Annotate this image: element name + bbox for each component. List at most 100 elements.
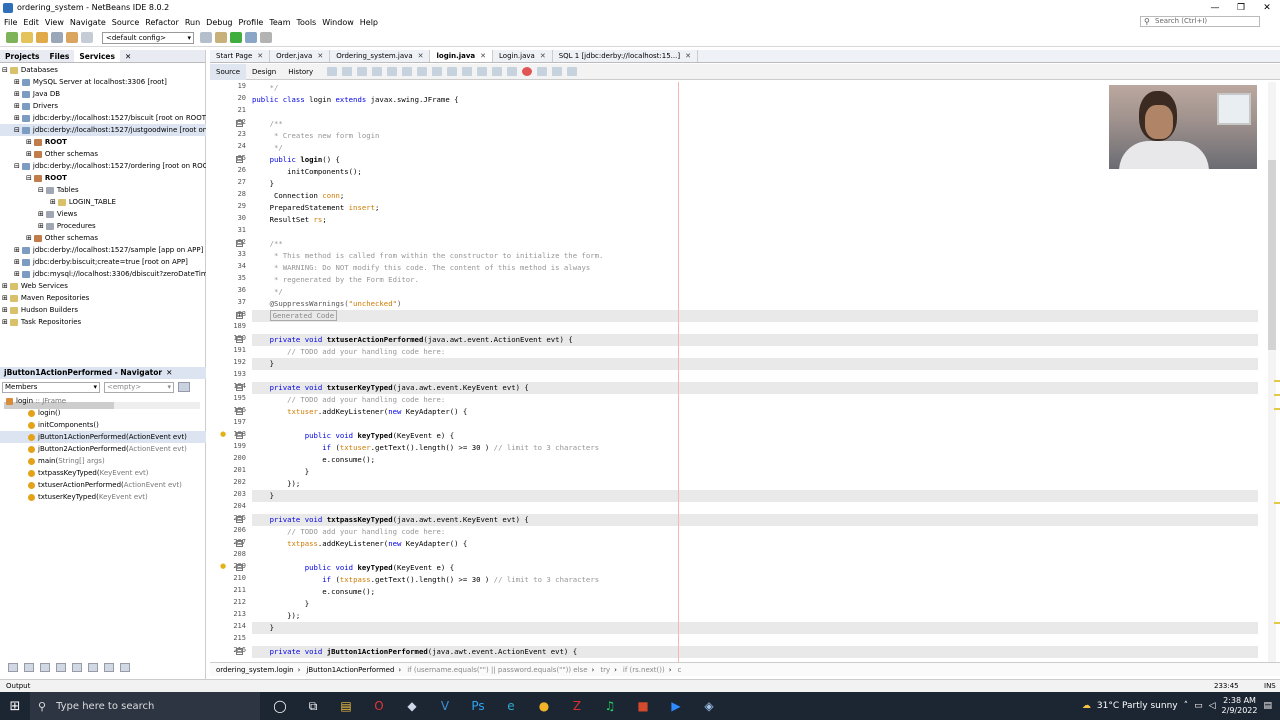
code-line[interactable]: public class login extends javax.swing.J… [252,94,1258,106]
fold-toggle-icon[interactable]: ⊟ [236,564,243,571]
stripe-mark[interactable] [1274,622,1280,624]
tree-node[interactable]: ⊞ jdbc:derby://localhost:1527/sample [app… [0,244,206,256]
navigator-item[interactable]: login() [0,407,206,419]
fold-toggle-icon[interactable]: ⊟ [236,120,243,127]
menu-debug[interactable]: Debug [206,18,232,27]
menu-window[interactable]: Window [322,18,354,27]
breadcrumb-item[interactable]: if (username.equals("") || password.equa… [407,666,587,674]
close-icon[interactable]: ✕ [685,52,691,60]
code-line[interactable]: public void keyTyped(KeyEvent e) { [252,562,1258,574]
expand-icon[interactable]: ⊞ [38,210,44,218]
editor-tab-start-page[interactable]: Start Page ✕ [210,50,271,62]
profile-icon[interactable] [260,32,272,43]
weather-icon[interactable]: ☁ [1082,701,1091,711]
navigator-item[interactable]: initComponents() [0,419,206,431]
menu-tools[interactable]: Tools [297,18,317,27]
start-macro-icon[interactable] [522,67,533,76]
code-line[interactable]: } [252,598,1258,610]
tree-node[interactable]: ⊞ LOGIN_TABLE [0,196,206,208]
code-line[interactable]: /** [252,238,1258,250]
breadcrumb-item[interactable]: ordering_system.login [216,666,294,674]
members-select[interactable]: Members [2,381,100,393]
menu-file[interactable]: File [4,18,17,27]
expand-icon[interactable]: ⊞ [26,138,32,146]
expand-icon[interactable]: ⊟ [14,162,20,170]
tree-node[interactable]: ⊞ Task Repositories [0,316,206,328]
code-line[interactable]: initComponents(); [252,166,1258,178]
shift-left-icon[interactable] [492,67,503,76]
code-line[interactable]: */ [252,286,1258,298]
fold-toggle-icon[interactable]: ⊟ [236,408,243,415]
expand-icon[interactable]: ⊞ [26,150,32,158]
code-line[interactable]: e.consume(); [252,454,1258,466]
menu-refactor[interactable]: Refactor [145,18,179,27]
close-icon[interactable]: ✕ [257,52,263,60]
spotify-icon[interactable]: ♫ [600,696,620,716]
toggle-highlight-icon[interactable] [417,67,428,76]
filter-key-icon[interactable] [72,662,82,672]
vscode-icon[interactable]: V [435,696,455,716]
network-icon[interactable]: ▭ [1194,701,1203,711]
code-line[interactable]: if (txtuser.getText().length() >= 30 ) /… [252,442,1258,454]
filter-static-icon[interactable] [24,662,34,672]
expand-icon[interactable]: ⊟ [14,126,20,134]
tree-node[interactable]: ⊞ Drivers [0,100,206,112]
code-line[interactable]: if (txtpass.getText().length() >= 30 ) /… [252,574,1258,586]
find-next-icon[interactable] [402,67,413,76]
expand-icon[interactable]: ⊞ [26,234,32,242]
fold-toggle-icon[interactable]: ⊟ [236,156,243,163]
opera-icon[interactable]: O [369,696,389,716]
filter-nonpublic-icon[interactable] [40,662,50,672]
code-line[interactable]: txtuser.addKeyListener(new KeyAdapter() … [252,406,1258,418]
tree-node[interactable]: ⊞ jdbc:derby:biscuit;create=true [root on… [0,256,206,268]
navigator-item[interactable]: txtuserKeyTyped(KeyEvent evt) [0,491,206,503]
code-line[interactable]: } [252,622,1258,634]
bulb-icon[interactable]: ● [220,430,226,438]
editor-tab-ordering-system-java[interactable]: Ordering_system.java ✕ [330,50,431,62]
menu-view[interactable]: View [45,18,64,27]
code-line[interactable]: ResultSet rs; [252,214,1258,226]
menu-run[interactable]: Run [185,18,200,27]
code-line[interactable]: } [252,178,1258,190]
tree-node[interactable]: ⊞ jdbc:mysql://localhost:3306/dbiscuit?ze… [0,268,206,280]
view-tab-design[interactable]: Design [246,64,282,80]
fold-toggle-icon[interactable]: ⊟ [236,540,243,547]
breadcrumb-item[interactable]: try [600,666,610,674]
expand-icon[interactable]: ⊟ [38,186,44,194]
close-icon[interactable]: ✕ [166,368,172,377]
filter-inherited-icon[interactable] [56,662,66,672]
code-line[interactable]: } [252,466,1258,478]
uncomment-icon[interactable] [567,67,578,76]
expand-icon[interactable]: ⊞ [14,258,20,266]
toggle-bookmark-icon[interactable] [477,67,488,76]
file-explorer-icon[interactable]: ▤ [336,696,356,716]
code-line[interactable]: // TODO add your handling code here: [252,394,1258,406]
code-line[interactable]: }); [252,478,1258,490]
tree-node[interactable]: ⊞ Views [0,208,206,220]
code-line[interactable]: public void keyTyped(KeyEvent e) { [252,430,1258,442]
view-tab-history[interactable]: History [282,64,319,80]
fold-toggle-icon[interactable]: ⊟ [236,516,243,523]
breadcrumb-item[interactable]: if (rs.next()) [623,666,665,674]
tree-node[interactable]: ⊞ jdbc:derby://localhost:1527/biscuit [ro… [0,112,206,124]
code-line[interactable] [252,550,1258,562]
code-line[interactable] [252,370,1258,382]
output-window-button[interactable]: Output [6,680,30,692]
notifications-icon[interactable]: ▤ [1263,701,1272,711]
menu-edit[interactable]: Edit [23,18,39,27]
code-line[interactable]: txtpass.addKeyListener(new KeyAdapter() … [252,538,1258,550]
editor-tab-login-java[interactable]: login.java ✕ [430,50,494,62]
tab-services[interactable]: Services [74,50,120,62]
code-area[interactable]: */ public class login extends javax.swing… [252,82,1258,662]
next-bookmark-icon[interactable] [462,67,473,76]
code-line[interactable] [252,418,1258,430]
code-line[interactable]: */ [252,82,1258,94]
fold-toggle-icon[interactable]: ⊞ [236,312,243,319]
close-icon[interactable]: ✕ [540,52,546,60]
stripe-mark[interactable] [1274,502,1280,504]
code-line[interactable]: Generated Code [252,310,1258,322]
code-line[interactable] [252,226,1258,238]
zoom-icon[interactable]: ▶ [666,696,686,716]
taskbar-search-input[interactable]: ⚲ Type here to search [30,692,260,720]
edge-icon[interactable]: e [501,696,521,716]
